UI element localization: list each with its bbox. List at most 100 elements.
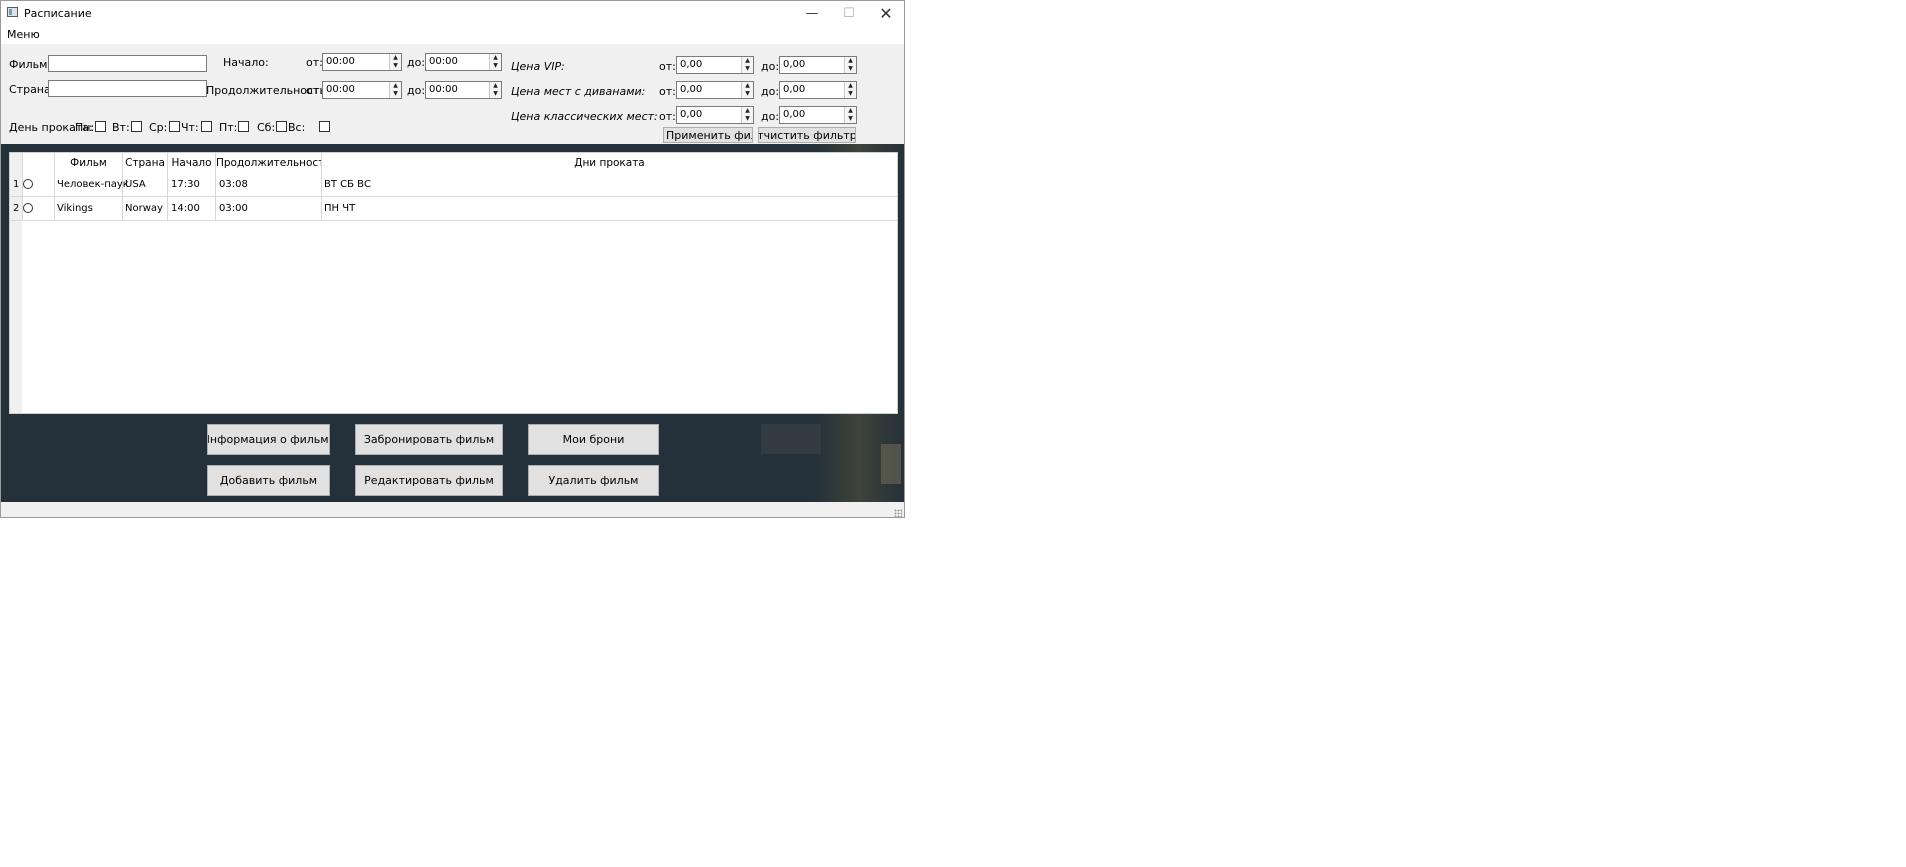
duration-from-spinbox[interactable]: 00:00 ▲ ▼ — [322, 81, 402, 99]
classic-from-value: 0,00 — [680, 109, 703, 120]
title-bar[interactable]: Расписание — ☐ ✕ — [1, 1, 904, 25]
app-icon — [7, 7, 18, 17]
menu-item-main[interactable]: Меню — [7, 28, 40, 41]
spin-up-icon[interactable]: ▲ — [845, 57, 856, 65]
cell-country: Norway — [125, 203, 163, 214]
row-number: 1 — [13, 179, 20, 190]
classic-from-spinbox[interactable]: 0,00 ▲ ▼ — [676, 106, 754, 124]
start-to-label: до: — [407, 56, 426, 69]
spin-down-icon[interactable]: ▼ — [390, 62, 401, 70]
spin-down-icon[interactable]: ▼ — [390, 90, 401, 98]
cell-film: Человек-паук — [57, 179, 129, 190]
spin-down-icon[interactable]: ▼ — [490, 90, 501, 98]
spin-down-icon[interactable]: ▼ — [845, 90, 856, 98]
duration-from-value: 00:00 — [326, 84, 355, 95]
spin-up-icon[interactable]: ▲ — [490, 82, 501, 90]
spin-up-icon[interactable]: ▲ — [390, 54, 401, 62]
cell-rental-days: ВТ СБ ВС — [324, 179, 372, 190]
spin-up-icon[interactable]: ▲ — [390, 82, 401, 90]
apply-filters-button[interactable]: Применить фильтры — [663, 127, 753, 143]
duration-to-label: до: — [407, 84, 426, 97]
spin-up-icon[interactable]: ▲ — [742, 57, 753, 65]
spin-down-icon[interactable]: ▼ — [845, 115, 856, 123]
row-select-radio[interactable] — [23, 203, 33, 213]
my-bookings-button[interactable]: Мои брони — [528, 424, 659, 455]
header-duration[interactable]: Продолжительность — [216, 153, 331, 173]
start-from-value: 00:00 — [326, 56, 355, 67]
menu-bar: Меню — [1, 25, 904, 44]
classic-price-label: Цена классических мест: — [511, 110, 658, 123]
start-to-spinbox[interactable]: 00:00 ▲ ▼ — [425, 53, 502, 71]
sofa-from-spinbox[interactable]: 0,00 ▲ ▼ — [676, 81, 754, 99]
header-film[interactable]: Фильм — [55, 153, 123, 173]
schedule-table[interactable]: Фильм Страна Начало Продолжительность Дн… — [9, 152, 898, 414]
cell-country: USA — [125, 179, 146, 190]
vip-to-value: 0,00 — [783, 59, 806, 70]
day-thu-checkbox[interactable] — [201, 121, 212, 132]
film-input[interactable] — [48, 55, 207, 72]
day-sun-label: Вс: — [288, 121, 306, 134]
day-tue-checkbox[interactable] — [131, 121, 142, 132]
vip-to-spinbox[interactable]: 0,00 ▲ ▼ — [779, 56, 857, 74]
spin-down-icon[interactable]: ▼ — [742, 90, 753, 98]
minimize-button[interactable]: — — [793, 1, 831, 25]
filters-panel: Фильм: Страна: Начало: от: 00:00 ▲ ▼ до: … — [1, 44, 904, 144]
edit-film-button[interactable]: Редактировать фильм — [355, 465, 503, 496]
spin-up-icon[interactable]: ▲ — [845, 107, 856, 115]
add-film-button[interactable]: Добавить фильм — [207, 465, 330, 496]
sofa-from-label: от: — [659, 85, 676, 98]
spin-down-icon[interactable]: ▼ — [490, 62, 501, 70]
classic-from-label: от: — [659, 110, 676, 123]
classic-to-spinbox[interactable]: 0,00 ▲ ▼ — [779, 106, 857, 124]
day-sat-label: Сб: — [257, 121, 276, 134]
vip-from-spinbox[interactable]: 0,00 ▲ ▼ — [676, 56, 754, 74]
maximize-button[interactable]: ☐ — [830, 1, 868, 25]
window-title: Расписание — [24, 7, 92, 20]
country-input[interactable] — [48, 80, 207, 97]
classic-to-value: 0,00 — [783, 109, 806, 120]
sofa-to-spinbox[interactable]: 0,00 ▲ ▼ — [779, 81, 857, 99]
duration-to-value: 00:00 — [429, 84, 458, 95]
spin-up-icon[interactable]: ▲ — [490, 54, 501, 62]
start-from-label: от: — [306, 56, 323, 69]
sofa-from-value: 0,00 — [680, 84, 703, 95]
status-bar — [1, 502, 904, 517]
spin-down-icon[interactable]: ▼ — [742, 115, 753, 123]
start-label: Начало: — [223, 56, 269, 69]
header-select — [22, 153, 55, 173]
spin-up-icon[interactable]: ▲ — [742, 107, 753, 115]
spin-down-icon[interactable]: ▼ — [845, 65, 856, 73]
day-mon-label: Пн: — [75, 121, 95, 134]
sofa-to-value: 0,00 — [783, 84, 806, 95]
start-to-value: 00:00 — [429, 56, 458, 67]
cell-film: Vikings — [57, 203, 93, 214]
delete-film-button[interactable]: Удалить фильм — [528, 465, 659, 496]
header-rental-days[interactable]: Дни проката — [322, 153, 897, 173]
start-from-spinbox[interactable]: 00:00 ▲ ▼ — [322, 53, 402, 71]
day-sat-checkbox[interactable] — [276, 121, 287, 132]
header-country[interactable]: Страна — [123, 153, 168, 173]
spin-up-icon[interactable]: ▲ — [742, 82, 753, 90]
resize-grip-icon[interactable] — [894, 509, 902, 517]
spin-down-icon[interactable]: ▼ — [742, 65, 753, 73]
film-label: Фильм: — [9, 58, 52, 71]
table-row[interactable]: 2 Vikings Norway 14:00 03:00 ПН ЧТ — [10, 197, 897, 221]
duration-to-spinbox[interactable]: 00:00 ▲ ▼ — [425, 81, 502, 99]
vip-from-value: 0,00 — [680, 59, 703, 70]
day-fri-checkbox[interactable] — [238, 121, 249, 132]
header-start[interactable]: Начало — [168, 153, 216, 173]
book-film-button[interactable]: Забронировать фильм — [355, 424, 503, 455]
day-mon-checkbox[interactable] — [95, 121, 106, 132]
table-row[interactable]: 1 Человек-паук USA 17:30 03:08 ВТ СБ ВС — [10, 173, 897, 197]
vip-price-label: Цена VIP: — [511, 60, 565, 73]
classic-to-label: до: — [761, 110, 780, 123]
clear-filters-button[interactable]: Отчистить фильтры — [758, 127, 856, 143]
close-button[interactable]: ✕ — [867, 1, 904, 25]
cell-duration: 03:08 — [219, 179, 248, 190]
spin-up-icon[interactable]: ▲ — [845, 82, 856, 90]
day-sun-checkbox[interactable] — [319, 121, 330, 132]
sofa-price-label: Цена мест с диванами: — [511, 85, 646, 98]
film-info-button[interactable]: Информация о фильме — [207, 424, 330, 455]
row-select-radio[interactable] — [23, 179, 33, 189]
day-wed-checkbox[interactable] — [169, 121, 180, 132]
